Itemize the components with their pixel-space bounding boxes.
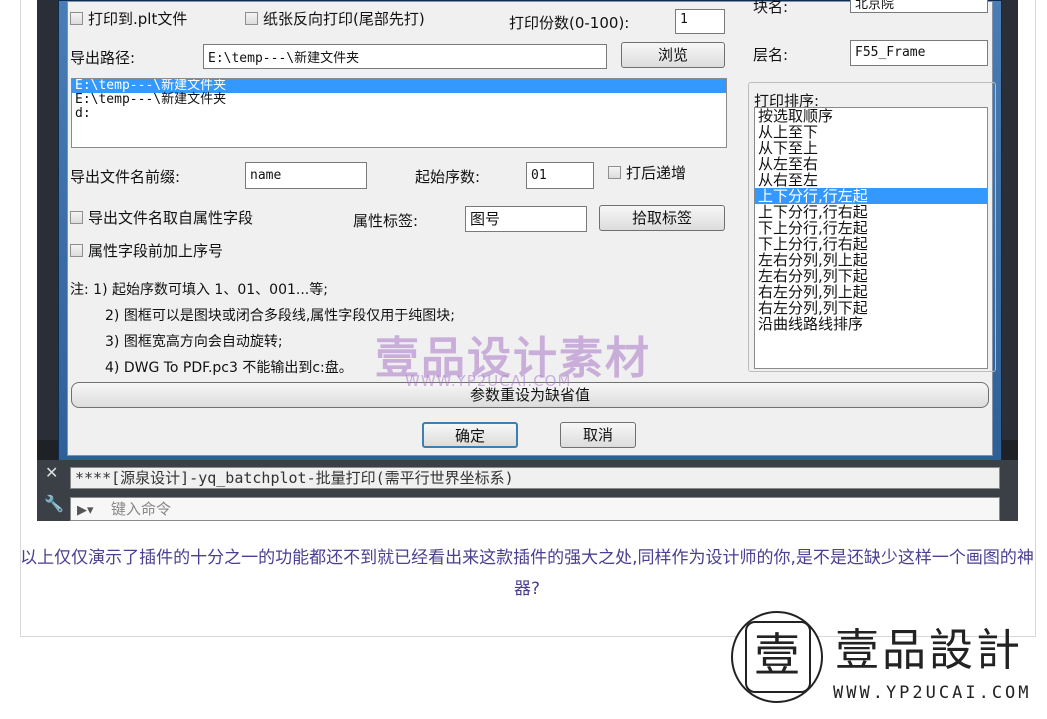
- increment-option[interactable]: 打后递增: [608, 162, 686, 183]
- print-to-plt-checkbox[interactable]: [70, 12, 83, 25]
- path-list-item[interactable]: E:\temp---\新建文件夹: [72, 79, 726, 93]
- article-caption: 以上仅仅演示了插件的十分之一的功能都还不到就已经看出来这款插件的强大之处,同样作…: [20, 548, 1034, 599]
- reverse-print-checkbox[interactable]: [245, 12, 258, 25]
- path-list-item[interactable]: E:\temp---\新建文件夹: [72, 93, 726, 107]
- close-icon[interactable]: ✕: [45, 463, 58, 482]
- block-name-label: 块名:: [753, 0, 789, 16]
- print-order-items: 按选取顺序 从上至下 从下至上 从左至右 从右至左 上下分行,行左起 上下分行,行右起 下上分…: [755, 108, 987, 332]
- attr-prefix-checkbox[interactable]: [70, 244, 83, 257]
- attr-tag-input[interactable]: 图号: [465, 206, 587, 232]
- watermark-url: WWW.YP2UCAI.COM: [405, 372, 572, 390]
- print-to-plt-option[interactable]: 打印到.plt文件: [70, 8, 187, 29]
- print-order-item[interactable]: 左右分列,列上起: [755, 252, 987, 268]
- print-order-item[interactable]: 按选取顺序: [755, 108, 987, 124]
- command-prompt-icon[interactable]: ▶▾: [77, 500, 94, 521]
- export-path-label: 导出路径:: [70, 49, 136, 67]
- command-history: ****[源泉设计]-yq_batchplot-批量打印(需平行世界坐标系): [70, 467, 1000, 489]
- print-order-item[interactable]: 下上分行,行右起: [755, 236, 987, 252]
- start-number-input[interactable]: 01: [526, 162, 594, 189]
- logo-name: 壹品設計: [835, 625, 1023, 676]
- attr-filename-option[interactable]: 导出文件名取自属性字段: [70, 207, 253, 228]
- copies-input[interactable]: 1: [675, 9, 725, 34]
- ok-button[interactable]: 确定: [422, 422, 518, 448]
- print-order-item[interactable]: 从下至上: [755, 140, 987, 156]
- print-order-item[interactable]: 左右分列,列下起: [755, 268, 987, 284]
- reverse-print-option[interactable]: 纸张反向打印(尾部先打): [245, 8, 425, 29]
- path-list-item[interactable]: d:: [72, 107, 726, 121]
- attr-filename-checkbox[interactable]: [70, 211, 83, 224]
- logo-seal-icon: 壹: [731, 611, 823, 703]
- batch-plot-dialog: 打印到.plt文件 纸张反向打印(尾部先打) 打印份数(0-100): 1 块名…: [58, 0, 1002, 465]
- print-order-item[interactable]: 沿曲线路线排序: [755, 316, 987, 332]
- start-number-label: 起始序数:: [415, 168, 481, 186]
- logo-seal-glyph: 壹: [754, 628, 800, 682]
- print-order-item[interactable]: 右左分列,列下起: [755, 300, 987, 316]
- cancel-button[interactable]: 取消: [560, 422, 636, 448]
- note-line-3: 3) 图框宽高方向会自动旋转;: [105, 334, 283, 350]
- print-order-item[interactable]: 从左至右: [755, 156, 987, 172]
- browse-button[interactable]: 浏览: [621, 42, 725, 68]
- path-history-list[interactable]: E:\temp---\新建文件夹 E:\temp---\新建文件夹 d:: [71, 78, 727, 148]
- command-placeholder: 键入命令: [111, 500, 172, 518]
- copies-label: 打印份数(0-100):: [509, 14, 630, 32]
- export-path-input[interactable]: E:\temp---\新建文件夹: [203, 44, 607, 69]
- command-input[interactable]: ▶▾ 键入命令: [70, 497, 1000, 521]
- print-order-list[interactable]: 按选取顺序 从上至下 从下至上 从左至右 从右至左 上下分行,行左起 上下分行,行右起 下上分…: [754, 107, 988, 369]
- print-order-item[interactable]: 右左分列,列上起: [755, 284, 987, 300]
- print-order-item[interactable]: 上下分行,行左起: [755, 188, 987, 204]
- block-name-input[interactable]: 北京院: [850, 0, 988, 13]
- print-order-item[interactable]: 从右至左: [755, 172, 987, 188]
- cad-right-panel: [1000, 0, 1018, 440]
- layer-name-label: 层名:: [753, 46, 789, 64]
- layer-name-input[interactable]: F55_Frame: [850, 40, 988, 66]
- print-order-item[interactable]: 下上分行,行左起: [755, 220, 987, 236]
- prefix-input[interactable]: name: [245, 162, 367, 189]
- increment-checkbox[interactable]: [608, 166, 621, 179]
- note-line-1: 注: 1) 起始序数可填入 1、01、001...等;: [70, 282, 328, 298]
- logo-url: WWW.YP2UCAI.COM: [833, 683, 1032, 703]
- note-line-4: 4) DWG To PDF.pc3 不能输出到c:盘。: [105, 360, 353, 376]
- prefix-label: 导出文件名前缀:: [70, 168, 181, 186]
- pick-tag-button[interactable]: 拾取标签: [599, 205, 725, 231]
- cad-screenshot: 打印到.plt文件 纸张反向打印(尾部先打) 打印份数(0-100): 1 块名…: [37, 0, 1018, 521]
- print-order-item[interactable]: 从上至下: [755, 124, 987, 140]
- attr-tag-label: 属性标签:: [353, 212, 419, 230]
- wrench-icon[interactable]: 🔧: [44, 494, 64, 513]
- path-history-items: E:\temp---\新建文件夹 E:\temp---\新建文件夹 d:: [72, 79, 726, 121]
- print-order-item[interactable]: 上下分行,行右起: [755, 204, 987, 220]
- attr-prefix-option[interactable]: 属性字段前加上序号: [70, 240, 223, 261]
